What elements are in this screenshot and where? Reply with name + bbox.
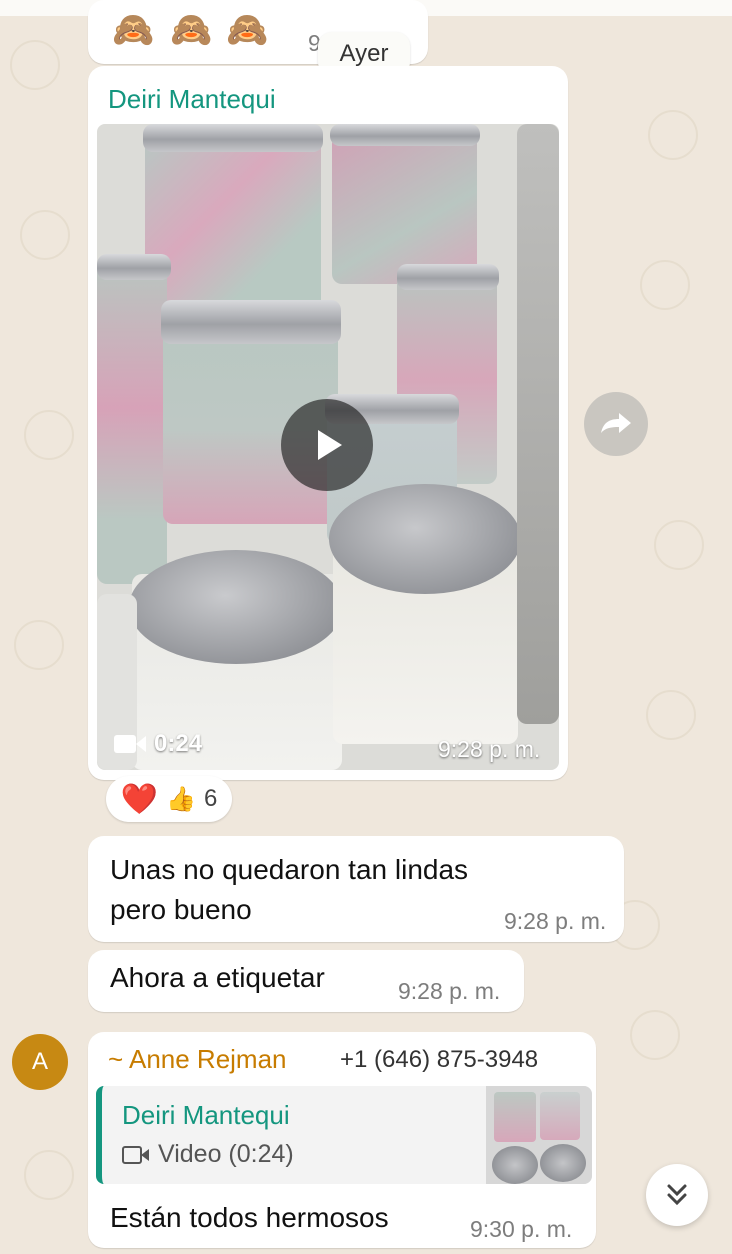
thumbs-up-reaction: 👍: [166, 785, 196, 813]
emoji-3: 🙈: [226, 11, 269, 49]
forward-icon: [601, 413, 631, 433]
video-camera-icon: [114, 735, 146, 753]
message-line-1: Unas no quedaron tan lindas: [110, 854, 469, 885]
play-button[interactable]: [281, 399, 373, 491]
emoji-2: 🙈: [170, 11, 213, 49]
message-line-1: Ahora a etiquetar: [110, 962, 325, 993]
double-chevron-down-icon: [667, 1184, 687, 1206]
quoted-video-label: Video (0:24): [158, 1140, 294, 1168]
text-message-bubble[interactable]: Unas no quedaron tan lindas pero bueno 9…: [88, 836, 624, 942]
sender-name: ~ Anne Rejman: [108, 1044, 287, 1074]
quoted-author: Deiri Mantequi: [122, 1100, 290, 1130]
quoted-video-thumbnail: [486, 1086, 592, 1184]
sender-name: Deiri Mantequi: [108, 84, 276, 114]
message-line-2: pero bueno: [110, 894, 252, 925]
play-icon: [318, 430, 342, 460]
quoted-video-label-row: Video (0:24): [122, 1140, 294, 1169]
reaction-count: 6: [203, 785, 218, 812]
heart-reaction: ❤️: [120, 782, 159, 816]
quoted-message[interactable]: Deiri Mantequi Video (0:24): [96, 1086, 592, 1184]
emoji-1: 🙈: [112, 11, 155, 49]
message-time: 9:30 p. m.: [470, 1216, 573, 1242]
video-duration: 0:24: [114, 730, 202, 758]
video-message-time: 9:28 p. m.: [438, 736, 541, 762]
reactions-pill[interactable]: ❤️ 👍 6: [106, 776, 232, 822]
scroll-to-bottom-button[interactable]: [646, 1164, 708, 1226]
sender-phone: +1 (646) 875-3948: [340, 1046, 539, 1073]
avatar[interactable]: A: [12, 1034, 68, 1090]
message-time: 9:28 p. m.: [398, 978, 501, 1004]
video-camera-icon: [122, 1145, 149, 1164]
video-duration-text: 0:24: [154, 730, 203, 757]
forward-button[interactable]: [584, 392, 648, 456]
message-line-1: Están todos hermosos: [110, 1202, 389, 1233]
text-message-bubble[interactable]: Ahora a etiquetar 9:28 p. m.: [88, 950, 524, 1012]
message-time: 9:28 p. m.: [504, 908, 607, 934]
